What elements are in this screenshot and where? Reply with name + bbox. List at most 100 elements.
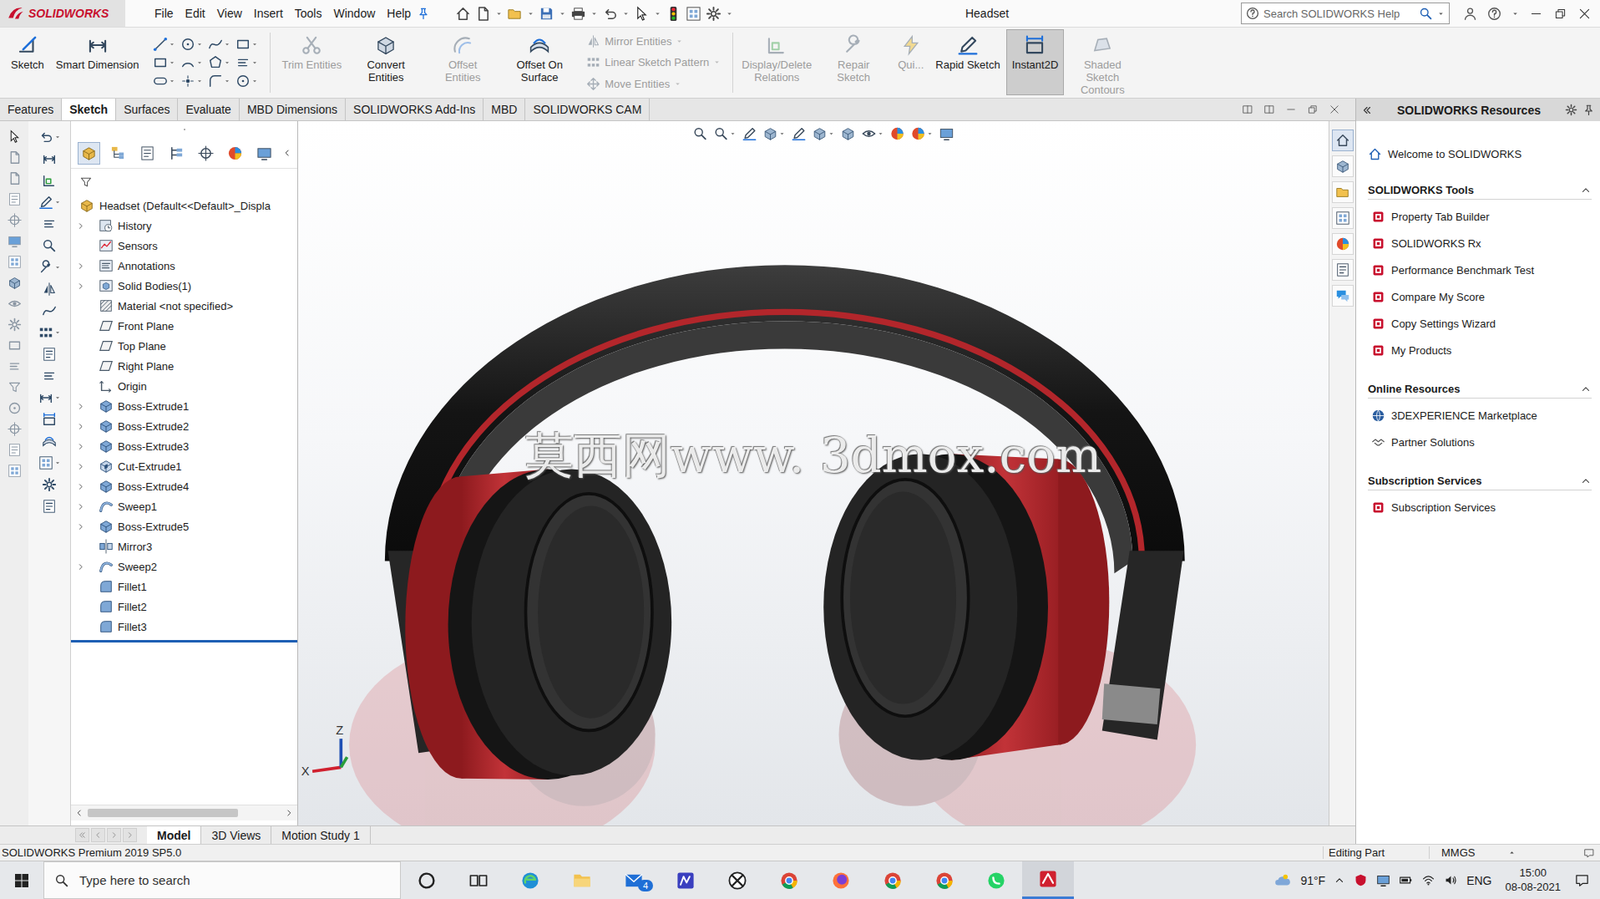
toolbar-button[interactable]	[7, 150, 22, 165]
tree-item[interactable]: Origin	[70, 375, 298, 396]
model-tab[interactable]: Motion Study 1	[271, 825, 370, 844]
toolbar-button[interactable]	[41, 303, 57, 319]
view-tool-button[interactable]	[742, 126, 758, 142]
taskbar-app[interactable]	[711, 860, 764, 899]
toolbar-button[interactable]	[38, 194, 61, 210]
tree-item[interactable]: Fillet3	[70, 616, 298, 637]
taskbar-app[interactable]	[556, 860, 608, 899]
dropdown-caret-icon[interactable]	[590, 10, 598, 18]
tree-item[interactable]: Sensors	[70, 235, 298, 256]
command-button[interactable]: Rapid Sketch	[929, 29, 1006, 96]
resource-link[interactable]: Performance Benchmark Test	[1367, 256, 1592, 284]
search-icon[interactable]	[1418, 6, 1433, 21]
command-button[interactable]: Mirror Entities	[586, 31, 721, 52]
command-button[interactable]: Linear Sketch Pattern	[586, 52, 721, 73]
resource-link[interactable]: Property Tab Builder	[1367, 202, 1592, 230]
tree-item[interactable]: Solid Bodies(1)	[70, 275, 298, 296]
open-icon[interactable]	[506, 5, 523, 22]
expand-toggle[interactable]	[75, 421, 95, 431]
menu-item[interactable]: View	[211, 6, 249, 21]
start-button[interactable]	[0, 860, 44, 899]
resource-link[interactable]: Copy Settings Wizard	[1367, 309, 1592, 337]
tree-item[interactable]: Mirror3	[70, 536, 298, 557]
toolbar-button[interactable]	[7, 254, 22, 269]
input-language[interactable]: ENG	[1466, 873, 1492, 887]
palette-icon[interactable]	[685, 5, 702, 22]
nav-button[interactable]	[75, 827, 90, 842]
task-pane-tab[interactable]	[1331, 129, 1354, 152]
close-icon[interactable]	[1328, 103, 1341, 116]
expand-toggle[interactable]	[75, 521, 95, 532]
tree-item[interactable]: Right Plane	[70, 355, 298, 376]
tree-root[interactable]: Headset (Default<<Default>_Displa	[70, 195, 298, 216]
section-header[interactable]: Subscription Services	[1367, 471, 1592, 491]
menu-item[interactable]: Edit	[179, 6, 212, 21]
command-button[interactable]: Smart Dimension	[50, 29, 146, 96]
restore-icon[interactable]	[1306, 103, 1319, 116]
toolbar-button[interactable]	[7, 171, 22, 186]
toolbar-button[interactable]	[41, 151, 57, 167]
toolbar-button[interactable]	[38, 129, 61, 145]
restore-icon[interactable]	[1553, 6, 1568, 21]
section-header[interactable]: SOLIDWORKS Tools	[1367, 181, 1592, 200]
toolbar-button[interactable]	[38, 389, 61, 406]
resource-link[interactable]: Subscription Services	[1367, 493, 1592, 521]
gear-icon[interactable]	[705, 5, 722, 22]
home-icon[interactable]	[455, 5, 471, 22]
help-icon[interactable]	[1487, 6, 1502, 21]
expand-toggle[interactable]	[75, 281, 95, 291]
dropdown-caret-icon[interactable]	[495, 10, 503, 18]
command-button[interactable]: Display/Delete Relations	[738, 29, 816, 96]
view-tool-button[interactable]	[840, 126, 856, 142]
save-icon[interactable]	[538, 5, 555, 22]
task-pane-tab[interactable]	[1331, 284, 1354, 307]
collapse-icon[interactable]	[1361, 104, 1373, 117]
command-tab[interactable]: Sketch	[61, 98, 117, 121]
dropdown-caret-icon[interactable]	[1511, 10, 1519, 18]
comment-icon[interactable]	[1583, 846, 1595, 859]
view-tool-button[interactable]	[812, 126, 836, 142]
close-icon[interactable]	[1577, 6, 1592, 21]
display-icon[interactable]	[1376, 872, 1391, 887]
view-tool-button[interactable]	[861, 126, 885, 142]
taskbar-app[interactable]	[866, 860, 919, 899]
battery-icon[interactable]	[1398, 872, 1413, 887]
expand-toggle[interactable]	[75, 562, 95, 572]
clock[interactable]: 15:0008-08-2021	[1500, 865, 1567, 894]
tree-item[interactable]: Sweep2	[70, 556, 298, 577]
tree-item[interactable]: Fillet1	[70, 576, 298, 597]
sketch-tool-button[interactable]	[207, 55, 231, 71]
weather-icon[interactable]	[1273, 870, 1292, 890]
tree-item[interactable]: History	[70, 215, 298, 236]
menu-item[interactable]: Tools	[288, 6, 329, 21]
view-tool-button[interactable]	[693, 126, 709, 142]
command-button[interactable]: Sketch	[5, 29, 51, 96]
command-tab[interactable]: MBD Dimensions	[239, 98, 346, 121]
resource-link[interactable]: Compare My Score	[1367, 283, 1592, 310]
sketch-tool-button[interactable]	[180, 55, 203, 71]
sketch-tool-button[interactable]	[235, 36, 259, 52]
tree-item[interactable]: Cut-Extrude1	[70, 455, 298, 476]
toolbar-button[interactable]	[41, 216, 57, 232]
command-button[interactable]: Offset On Surface	[501, 29, 578, 96]
toolbar-button[interactable]	[7, 463, 22, 478]
tile-icon[interactable]	[1241, 103, 1254, 116]
unit-system[interactable]: MMGS	[1428, 845, 1567, 859]
sketch-tool-button[interactable]	[152, 36, 176, 52]
sketch-tool-button[interactable]	[207, 73, 231, 89]
menu-item[interactable]: Window	[327, 6, 381, 21]
pin-icon[interactable]	[1582, 103, 1595, 117]
toolbar-button[interactable]	[41, 498, 57, 514]
minimize-icon[interactable]	[1529, 6, 1544, 21]
task-pane-tab[interactable]	[1331, 258, 1354, 281]
expand-toggle[interactable]	[75, 501, 95, 512]
welcome-link[interactable]: Welcome to SOLIDWORKS	[1367, 142, 1592, 165]
manager-tab[interactable]	[194, 141, 218, 165]
taskbar-app[interactable]: 4	[607, 860, 660, 899]
rebuild-icon[interactable]	[665, 5, 682, 22]
dropdown-caret-icon[interactable]	[526, 10, 535, 18]
wifi-icon[interactable]	[1421, 872, 1436, 887]
horizontal-scrollbar[interactable]	[70, 804, 298, 821]
command-tab[interactable]: SOLIDWORKS CAM	[525, 98, 650, 121]
minimize-icon[interactable]	[1285, 103, 1297, 116]
